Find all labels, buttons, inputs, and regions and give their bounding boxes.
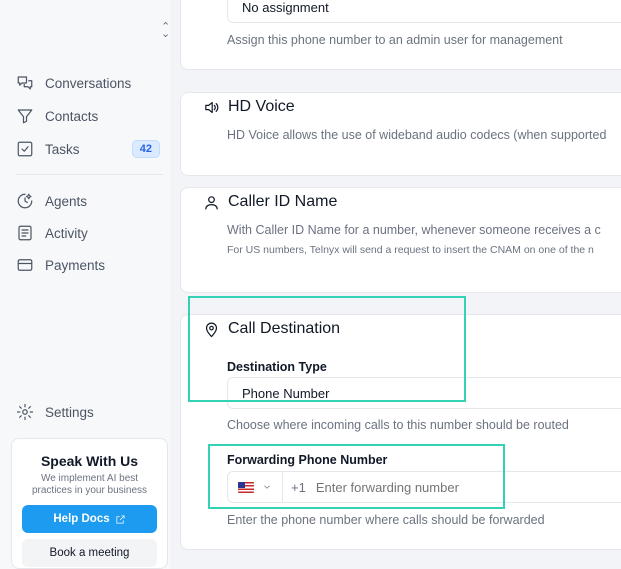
destination-type-value: Phone Number: [242, 385, 330, 401]
user-icon: [205, 195, 218, 209]
checkbox-icon: [17, 141, 33, 157]
speak-with-us-card: Speak With Us We implement AI best pract…: [11, 438, 168, 569]
sidebar-item-contacts[interactable]: Contacts: [16, 104, 166, 128]
sidebar-item-tasks[interactable]: Tasks 42: [16, 137, 166, 161]
hd-voice-card: HD Voice HD Voice allows the use of wide…: [180, 92, 621, 176]
country-code: +1: [291, 479, 306, 495]
sidebar-item-label: Settings: [45, 404, 94, 420]
destination-type-label: Destination Type: [227, 360, 327, 374]
forwarding-number-input[interactable]: [313, 478, 578, 496]
forwarding-number-help: Enter the phone number where calls shoul…: [227, 513, 545, 527]
assignment-select[interactable]: No assignment: [227, 0, 621, 23]
sidebar-item-label: Conversations: [45, 75, 132, 91]
caller-id-description: With Caller ID Name for a number, whenev…: [227, 223, 601, 237]
chevron-up-down-icon[interactable]: ⌃ ⌄: [161, 22, 170, 40]
hd-voice-title-text: HD Voice: [228, 98, 295, 115]
sidebar-item-label: Agents: [45, 193, 88, 209]
caller-id-title: Caller ID Name: [203, 193, 337, 211]
sidebar-item-label: Activity: [45, 225, 88, 241]
speaker-icon: [205, 101, 219, 113]
country-select[interactable]: [228, 472, 283, 502]
hd-voice-description: HD Voice allows the use of wideband audi…: [227, 128, 607, 142]
destination-type-help: Choose where incoming calls to this numb…: [227, 418, 569, 432]
sidebar-item-conversations[interactable]: Conversations: [16, 71, 166, 95]
call-destination-title-text: Call Destination: [228, 320, 341, 337]
assignment-description: Assign this phone number to an admin use…: [227, 33, 563, 47]
caller-id-title-text: Caller ID Name: [228, 193, 338, 210]
sidebar-item-label: Tasks: [45, 141, 80, 157]
hd-voice-title: HD Voice: [203, 98, 295, 116]
conversations-icon: [17, 76, 33, 90]
call-destination-title: Call Destination: [203, 320, 340, 338]
us-flag-icon: [238, 481, 254, 493]
gear-icon: [16, 403, 34, 421]
promo-text: We implement AI best practices in your b…: [31, 473, 148, 496]
assignment-value: No assignment: [242, 0, 329, 15]
sidebar-item-label: Payments: [45, 257, 106, 273]
destination-type-select[interactable]: Phone Number: [227, 377, 621, 409]
book-meeting-button[interactable]: Book a meeting: [22, 539, 157, 567]
forwarding-number-label: Forwarding Phone Number: [227, 453, 388, 467]
caller-id-note: For US numbers, Telnyx will send a reque…: [227, 244, 594, 256]
sidebar-divider: [16, 174, 163, 175]
forwarding-number-field: +1: [227, 471, 621, 503]
sidebar-item-activity[interactable]: Activity: [16, 221, 166, 245]
help-docs-button[interactable]: Help Docs: [22, 505, 157, 533]
sidebar-item-payments[interactable]: Payments: [16, 253, 166, 277]
location-pin-icon: [205, 322, 218, 337]
chevron-down-icon: [264, 485, 270, 489]
caller-id-card: Caller ID Name With Caller ID Name for a…: [180, 187, 621, 293]
help-docs-label: Help Docs: [53, 513, 110, 525]
promo-title: Speak With Us: [40, 453, 139, 469]
sidebar-item-settings[interactable]: Settings: [16, 400, 166, 424]
call-destination-card: Call Destination Destination Type Phone …: [180, 314, 621, 550]
activity-icon: [18, 225, 32, 241]
sidebar-item-agents[interactable]: Agents: [16, 189, 166, 213]
agents-icon: [17, 193, 33, 209]
sidebar: ⌃ ⌄ Conversations Contacts Tasks 42 Agent…: [0, 0, 170, 569]
filter-icon: [17, 109, 33, 124]
tasks-count-badge: 42: [131, 140, 160, 158]
payments-icon: [17, 259, 33, 271]
external-link-icon: [116, 514, 125, 524]
sidebar-item-label: Contacts: [45, 108, 99, 124]
assignment-card: No assignment Assign this phone number t…: [180, 0, 621, 70]
